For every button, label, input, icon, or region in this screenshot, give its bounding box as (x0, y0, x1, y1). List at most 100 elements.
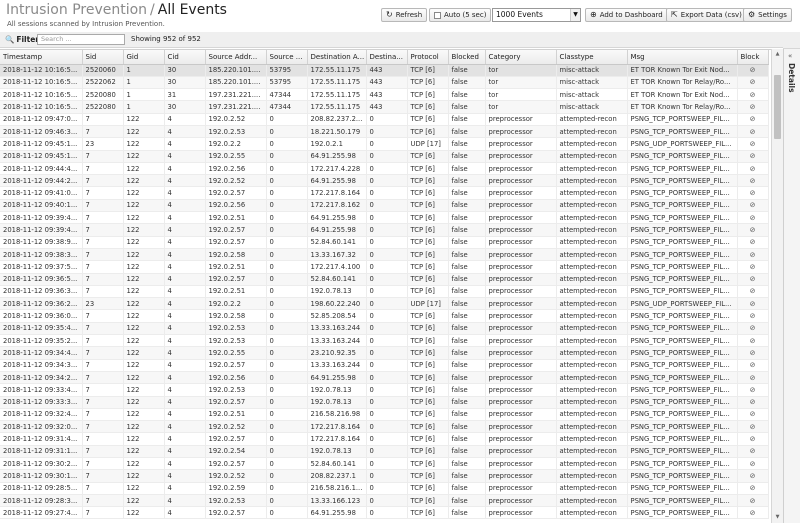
block-icon[interactable]: ⊘ (737, 346, 769, 360)
block-icon[interactable]: ⊘ (737, 297, 769, 311)
table-row[interactable]: 2018-11-12 09:31:4... 7 122 4 192.0.2.57 0 172… (0, 432, 769, 446)
block-icon[interactable]: ⊘ (737, 113, 769, 126)
table-row[interactable]: 2018-11-12 10:16:5... 2520080 1 31 197.231.2… (0, 88, 769, 102)
block-icon[interactable]: ⊘ (737, 309, 769, 323)
table-row[interactable]: 2018-11-12 09:46:3... 7 122 4 192.0.2.53 0 18.… (0, 125, 769, 139)
table-row[interactable]: 2018-11-12 10:16:5... 2522062 1 30 185.220.1… (0, 76, 769, 90)
table-row[interactable]: 2018-11-12 09:36:2... 23 122 4 192.0.2.2 0 198… (0, 297, 769, 311)
table-row[interactable]: 2018-11-12 09:31:1... 7 122 4 192.0.2.54 0 192… (0, 445, 769, 459)
auto-refresh-checkbox[interactable] (434, 11, 441, 19)
block-icon[interactable]: ⊘ (737, 236, 769, 249)
column-header[interactable]: Sid (82, 50, 124, 65)
column-header[interactable]: Timestamp (0, 50, 83, 65)
block-icon[interactable]: ⊘ (737, 432, 769, 446)
table-row[interactable]: 2018-11-12 09:41:0... 7 122 4 192.0.2.57 0 172… (0, 186, 769, 200)
scroll-up-icon[interactable]: ▲ (773, 50, 782, 59)
block-icon[interactable]: ⊘ (737, 211, 769, 225)
block-icon[interactable]: ⊘ (737, 383, 769, 397)
table-row[interactable]: 2018-11-12 09:33:4... 7 122 4 192.0.2.53 0 192… (0, 383, 769, 397)
block-icon[interactable]: ⊘ (737, 137, 769, 151)
table-row[interactable]: 2018-11-12 09:28:3... 7 122 4 192.0.2.53 0 13.… (0, 494, 769, 508)
table-row[interactable]: 2018-11-12 09:35:4... 7 122 4 192.0.2.53 0 13.… (0, 322, 769, 336)
table-row[interactable]: 2018-11-12 09:32:0... 7 122 4 192.0.2.52 0 172… (0, 420, 769, 434)
chevron-left-icon[interactable]: « (788, 52, 792, 60)
table-row[interactable]: 2018-11-12 09:45:1... 7 122 4 192.0.2.55 0 64.… (0, 150, 769, 163)
add-to-dashboard-button[interactable]: ⊕ Add to Dashboard (585, 8, 668, 22)
block-icon[interactable]: ⊘ (737, 174, 769, 188)
table-row[interactable]: 2018-11-12 09:45:1... 23 122 4 192.0.2.2 0 192… (0, 137, 769, 151)
column-header[interactable]: Cid (164, 50, 206, 65)
settings-button[interactable]: ⚙ Settings (743, 8, 792, 22)
block-icon[interactable]: ⊘ (737, 64, 769, 77)
block-icon[interactable]: ⊘ (737, 150, 769, 163)
block-icon[interactable]: ⊘ (737, 322, 769, 336)
block-icon[interactable]: ⊘ (737, 273, 769, 286)
column-header[interactable]: Source ... (266, 50, 308, 65)
block-icon[interactable]: ⊘ (737, 420, 769, 434)
table-row[interactable]: 2018-11-12 09:38:3... 7 122 4 192.0.2.58 0 13.… (0, 248, 769, 262)
block-icon[interactable]: ⊘ (737, 457, 769, 471)
block-icon[interactable]: ⊘ (737, 223, 769, 237)
column-header[interactable]: Block (737, 50, 769, 65)
table-row[interactable]: 2018-11-12 09:39:4... 7 122 4 192.0.2.51 0 64.… (0, 211, 769, 225)
table-row[interactable]: 2018-11-12 09:30:1... 7 122 4 192.0.2.52 0 208… (0, 469, 769, 483)
table-row[interactable]: 2018-11-12 09:47:0... 7 122 4 192.0.2.52 0 208… (0, 113, 769, 126)
table-row[interactable]: 2018-11-12 09:33:3... 7 122 4 192.0.2.57 0 192… (0, 396, 769, 409)
filter-search-input[interactable]: Search ... (37, 34, 125, 45)
auto-refresh-toggle[interactable]: Auto (5 sec) (429, 8, 492, 22)
table-row[interactable]: 2018-11-12 09:34:3... 7 122 4 192.0.2.57 0 13.… (0, 359, 769, 372)
table-row[interactable]: 2018-11-12 09:38:9... 7 122 4 192.0.2.57 0 52.… (0, 236, 769, 249)
column-header[interactable]: Protocol (407, 50, 449, 65)
table-row[interactable]: 2018-11-12 09:40:1... 7 122 4 192.0.2.56 0 172… (0, 199, 769, 213)
table-row[interactable]: 2018-11-12 09:27:4... 7 122 4 192.0.2.57 0 64.… (0, 506, 769, 520)
table-row[interactable]: 2018-11-12 09:39:4... 7 122 4 192.0.2.57 0 64.… (0, 223, 769, 237)
events-limit-select[interactable]: 1000 Events ▼ (492, 8, 581, 22)
table-row[interactable]: 2018-11-12 09:32:4... 7 122 4 192.0.2.51 0 216… (0, 408, 769, 422)
block-icon[interactable]: ⊘ (737, 469, 769, 483)
column-header[interactable]: Msg (627, 50, 738, 65)
block-icon[interactable]: ⊘ (737, 285, 769, 299)
block-icon[interactable]: ⊘ (737, 371, 769, 385)
block-icon[interactable]: ⊘ (737, 359, 769, 372)
column-header[interactable]: Classtype (556, 50, 628, 65)
table-row[interactable]: 2018-11-12 09:30:2... 7 122 4 192.0.2.57 0 52.… (0, 457, 769, 471)
block-icon[interactable]: ⊘ (737, 482, 769, 495)
column-header[interactable]: Category (485, 50, 557, 65)
breadcrumb-parent[interactable]: Intrusion Prevention (6, 2, 147, 18)
block-icon[interactable]: ⊘ (737, 248, 769, 262)
refresh-button[interactable]: ↻ Refresh (381, 8, 428, 22)
block-icon[interactable]: ⊘ (737, 494, 769, 508)
table-row[interactable]: 2018-11-12 09:37:5... 7 122 4 192.0.2.51 0 172… (0, 260, 769, 274)
block-icon[interactable]: ⊘ (737, 186, 769, 200)
table-row[interactable]: 2018-11-12 09:36:0... 7 122 4 192.0.2.58 0 52.… (0, 309, 769, 323)
block-icon[interactable]: ⊘ (737, 396, 769, 409)
block-icon[interactable]: ⊘ (737, 506, 769, 520)
table-row[interactable]: 2018-11-12 09:44:4... 7 122 4 192.0.2.56 0 172… (0, 162, 769, 176)
table-row[interactable]: 2018-11-12 09:36:3... 7 122 4 192.0.2.51 0 192… (0, 285, 769, 299)
block-icon[interactable]: ⊘ (737, 125, 769, 139)
table-row[interactable]: 2018-11-12 09:36:5... 7 122 4 192.0.2.57 0 52.… (0, 273, 769, 286)
block-icon[interactable]: ⊘ (737, 162, 769, 176)
table-row[interactable]: 2018-11-12 10:16:5... 2522080 1 30 197.231.2… (0, 100, 769, 114)
block-icon[interactable]: ⊘ (737, 199, 769, 213)
block-icon[interactable]: ⊘ (737, 408, 769, 422)
table-row[interactable]: 2018-11-12 09:35:2... 7 122 4 192.0.2.53 0 13.… (0, 334, 769, 348)
table-row[interactable]: 2018-11-12 10:16:5... 2520060 1 30 185.220.1… (0, 64, 769, 77)
table-row[interactable]: 2018-11-12 09:44:2... 7 122 4 192.0.2.52 0 64.… (0, 174, 769, 188)
block-icon[interactable]: ⊘ (737, 76, 769, 90)
scrollbar-thumb[interactable] (774, 75, 781, 139)
table-row[interactable]: 2018-11-12 09:34:2... 7 122 4 192.0.2.56 0 64.… (0, 371, 769, 385)
block-icon[interactable]: ⊘ (737, 100, 769, 114)
chevron-down-icon[interactable]: ▼ (570, 9, 580, 21)
column-header[interactable]: Destina... (366, 50, 408, 65)
table-row[interactable]: 2018-11-12 09:28:5... 7 122 4 192.0.2.59 0 216… (0, 482, 769, 495)
table-row[interactable]: 2018-11-12 09:34:4... 7 122 4 192.0.2.55 0 23.… (0, 346, 769, 360)
export-data-button[interactable]: ⇱ Export Data (csv) (666, 8, 747, 22)
column-header[interactable]: Blocked (448, 50, 486, 65)
block-icon[interactable]: ⊘ (737, 88, 769, 102)
column-header[interactable]: Destination A... (307, 50, 367, 65)
block-icon[interactable]: ⊘ (737, 260, 769, 274)
column-header[interactable]: Source Addr... (205, 50, 267, 65)
grid-scrollbar[interactable]: ▲ ▼ (771, 49, 783, 523)
details-panel-toggle[interactable]: « Details (783, 49, 800, 523)
